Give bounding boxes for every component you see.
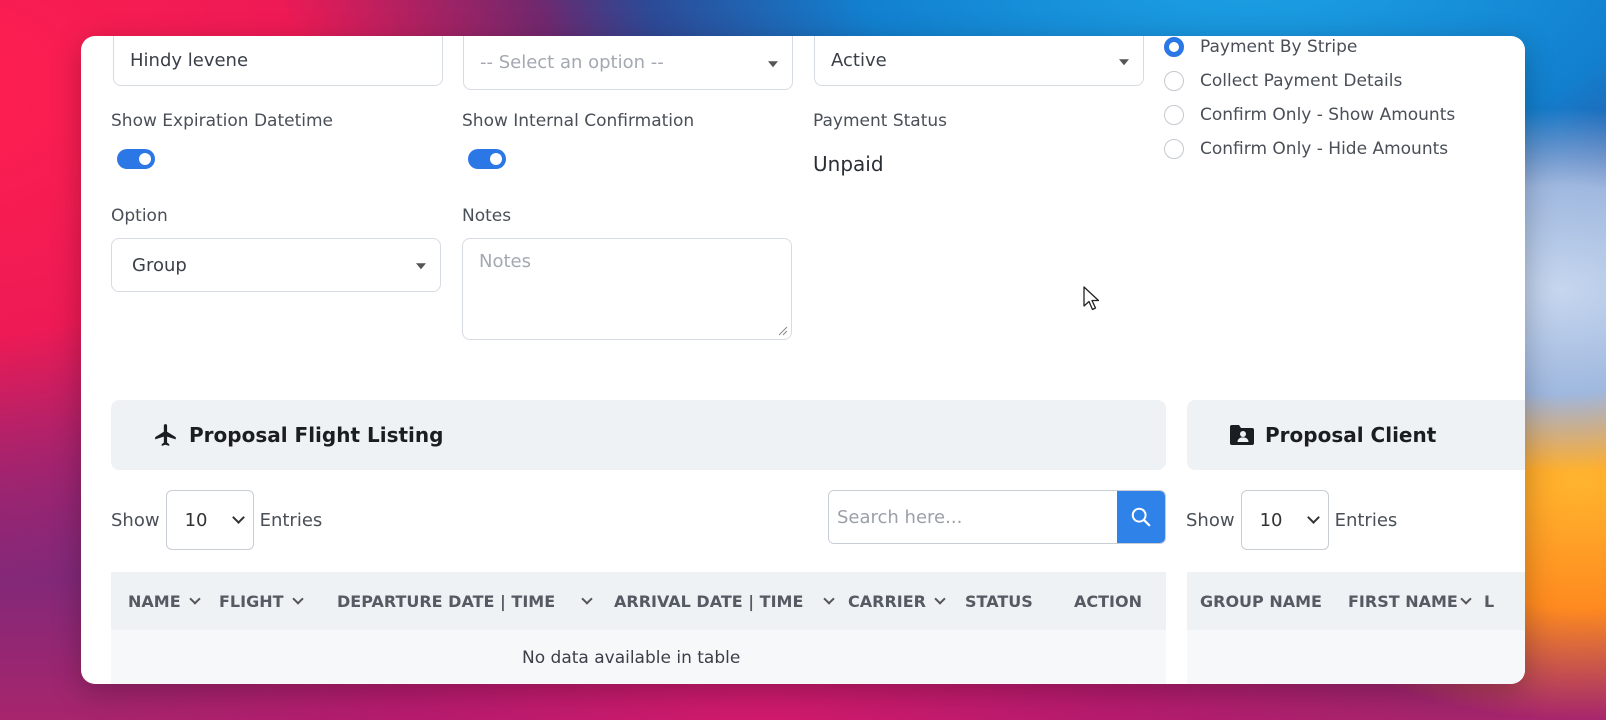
- client-table-body: [1187, 630, 1525, 684]
- show-label: Show: [1186, 509, 1235, 531]
- airplane-icon: [155, 424, 176, 446]
- flight-entries-select[interactable]: 10: [165, 490, 254, 550]
- flight-search-box: [828, 490, 1166, 544]
- status-select-value: Active: [831, 50, 887, 71]
- chevron-down-icon: [1306, 511, 1320, 524]
- notes-label: Notes: [462, 206, 512, 226]
- payment-option-stripe[interactable]: Payment By Stripe: [1164, 37, 1357, 57]
- flight-section-header: Proposal Flight Listing: [111, 400, 1166, 470]
- proposal-form-panel: Hindy levene -- Select an option -- Acti…: [81, 36, 1525, 684]
- payment-option-hide-amounts[interactable]: Confirm Only - Hide Amounts: [1164, 139, 1448, 159]
- option-label: Option: [111, 206, 168, 226]
- caret-down-icon: [1119, 58, 1129, 65]
- folder-user-icon: [1230, 425, 1254, 445]
- entries-value: 10: [1259, 509, 1283, 531]
- chevron-down-icon: [188, 593, 201, 605]
- client-table-header: GROUP NAME FIRST NAME L: [1187, 572, 1525, 630]
- payment-option-collect[interactable]: Collect Payment Details: [1164, 71, 1402, 91]
- column-header-name[interactable]: NAME: [128, 592, 201, 611]
- chevron-down-icon: [291, 593, 304, 605]
- option-select-placeholder: -- Select an option --: [480, 52, 664, 73]
- chevron-down-icon: [1460, 593, 1472, 605]
- chevron-down-icon: [823, 593, 836, 605]
- show-expiration-label: Show Expiration Datetime: [111, 111, 334, 131]
- column-header-carrier[interactable]: CARRIER: [848, 592, 946, 611]
- payment-option-show-amounts[interactable]: Confirm Only - Show Amounts: [1164, 105, 1455, 125]
- column-header-flight[interactable]: FLIGHT: [219, 592, 304, 611]
- column-header-group-name[interactable]: GROUP NAME: [1200, 592, 1322, 611]
- entries-label: Entries: [259, 509, 323, 531]
- search-button[interactable]: [1117, 491, 1165, 543]
- column-header-departure[interactable]: DEPARTURE DATE | TIME: [337, 592, 593, 611]
- client-entries-select[interactable]: 10: [1240, 490, 1329, 550]
- flight-section-title: Proposal Flight Listing: [189, 423, 444, 447]
- column-header-arrival[interactable]: ARRIVAL DATE | TIME: [614, 592, 836, 611]
- option-select[interactable]: -- Select an option --: [463, 36, 793, 90]
- entries-label: Entries: [1334, 509, 1398, 531]
- client-section-title: Proposal Client: [1265, 423, 1437, 447]
- entries-value: 10: [184, 509, 208, 531]
- payment-status-value: Unpaid: [813, 152, 884, 176]
- client-entries-control: Show 10 Entries: [1186, 490, 1397, 550]
- show-internal-label: Show Internal Confirmation: [462, 111, 695, 131]
- radio-unchecked-icon: [1164, 139, 1184, 159]
- mouse-cursor-icon: [1083, 286, 1100, 311]
- search-icon: [1131, 507, 1151, 527]
- resize-handle-icon[interactable]: [778, 326, 788, 336]
- payment-status-label: Payment Status: [813, 111, 947, 131]
- show-expiration-toggle[interactable]: [117, 149, 155, 169]
- payment-option-label: Confirm Only - Show Amounts: [1200, 105, 1456, 125]
- column-header-last-name[interactable]: L: [1484, 592, 1494, 611]
- caret-down-icon: [416, 263, 426, 270]
- show-internal-toggle[interactable]: [468, 149, 506, 169]
- client-name-input[interactable]: Hindy levene: [113, 36, 443, 86]
- flight-entries-control: Show 10 Entries: [111, 490, 322, 550]
- column-header-first-name[interactable]: FIRST NAME: [1348, 592, 1472, 611]
- client-name-value: Hindy levene: [130, 50, 249, 71]
- flight-search-input[interactable]: [829, 491, 1117, 543]
- notes-placeholder: Notes: [479, 251, 531, 272]
- radio-checked-icon: [1164, 37, 1184, 57]
- payment-option-label: Payment By Stripe: [1200, 37, 1358, 57]
- status-select[interactable]: Active: [814, 36, 1144, 86]
- option-group-select[interactable]: Group: [111, 238, 441, 292]
- column-header-action: ACTION: [1074, 591, 1142, 611]
- chevron-down-icon: [581, 593, 593, 605]
- payment-option-label: Collect Payment Details: [1200, 71, 1403, 91]
- caret-down-icon: [768, 60, 778, 67]
- empty-table-message: No data available in table: [522, 648, 741, 668]
- show-label: Show: [111, 509, 160, 531]
- column-header-status: STATUS: [965, 591, 1033, 611]
- notes-textarea[interactable]: Notes: [462, 238, 792, 340]
- client-section-header: Proposal Client: [1187, 400, 1525, 470]
- option-group-value: Group: [132, 254, 187, 276]
- chevron-down-icon: [934, 593, 946, 605]
- radio-unchecked-icon: [1164, 105, 1184, 125]
- radio-unchecked-icon: [1164, 71, 1184, 91]
- flight-table-header: NAME FLIGHT DEPARTURE DATE | TIME ARRIVA…: [111, 572, 1166, 630]
- chevron-down-icon: [231, 511, 245, 524]
- payment-option-label: Confirm Only - Hide Amounts: [1200, 139, 1449, 159]
